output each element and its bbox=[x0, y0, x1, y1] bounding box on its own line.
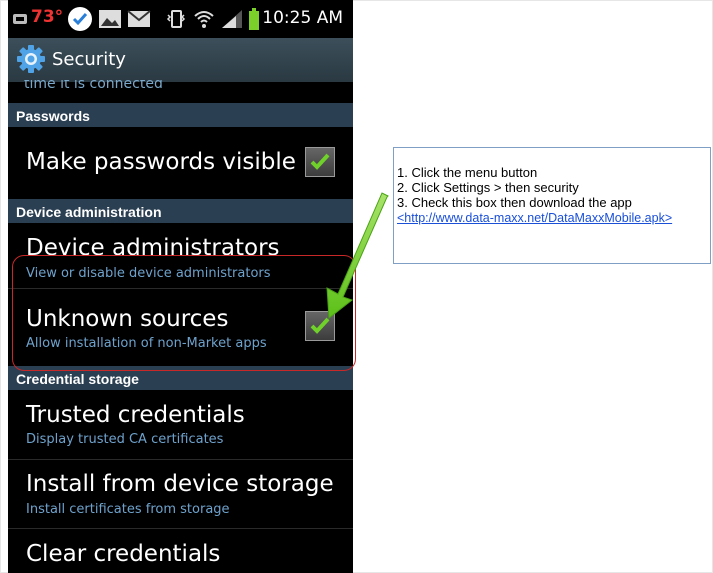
green-arrow-annotation bbox=[326, 192, 389, 319]
instruction-step-2: 2. Click Settings > then security bbox=[397, 180, 579, 195]
instructions-callout: 1. Click the menu button 2. Click Settin… bbox=[393, 147, 711, 264]
instruction-step-3: 3. Check this box then download the app bbox=[397, 195, 632, 210]
instruction-step-1: 1. Click the menu button bbox=[397, 165, 538, 180]
download-link[interactable]: <http://www.data-maxx.net/DataMaxxMobile… bbox=[397, 211, 672, 225]
